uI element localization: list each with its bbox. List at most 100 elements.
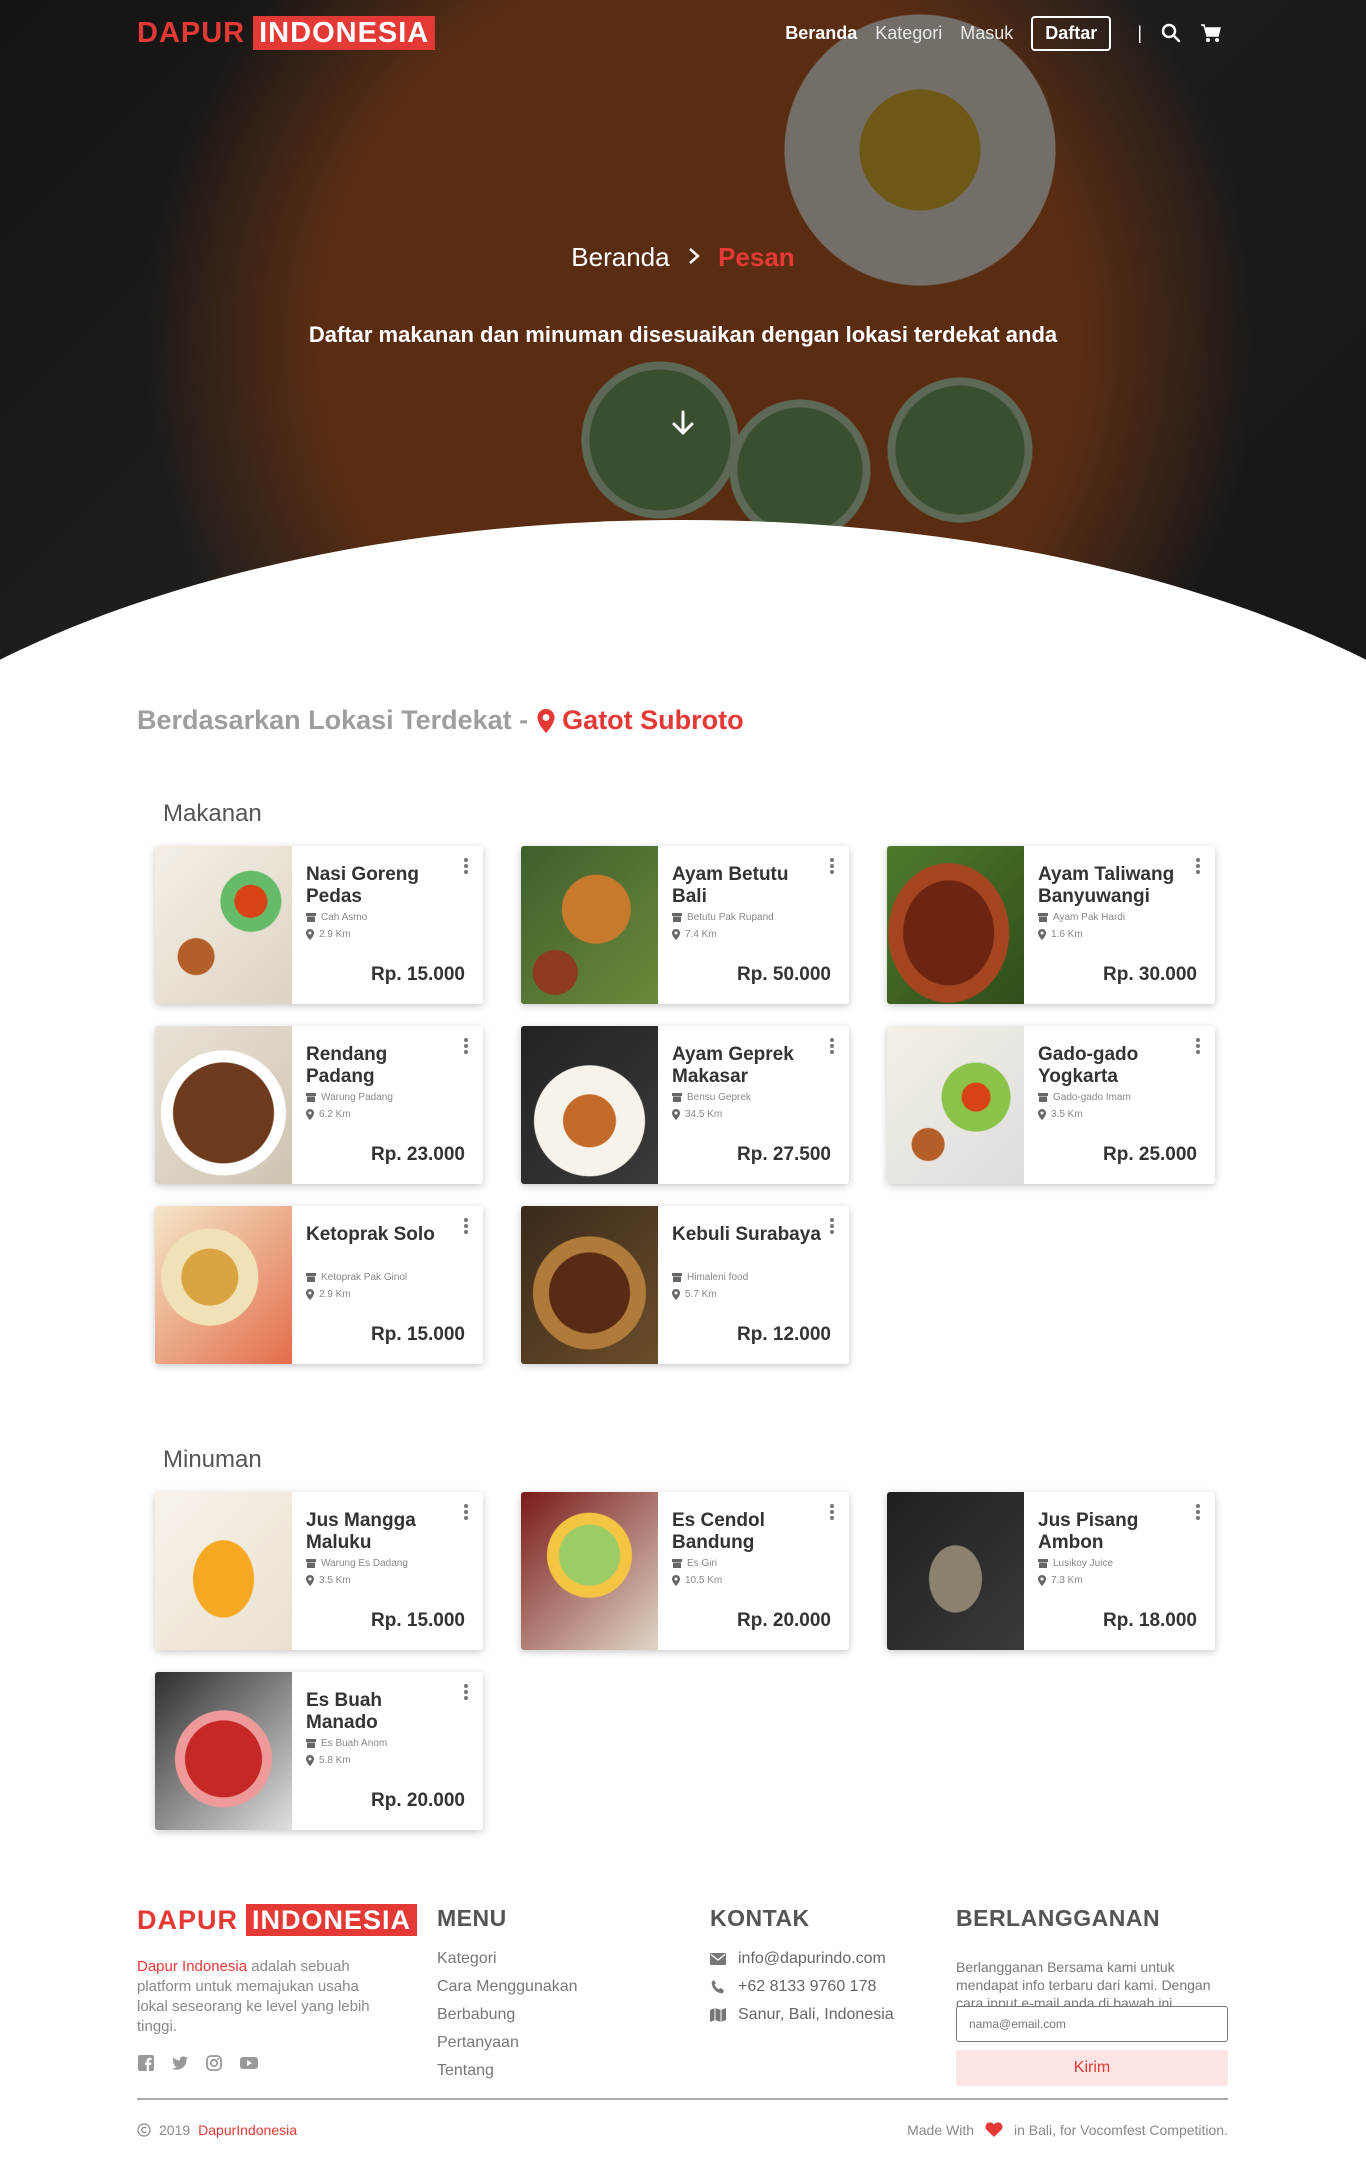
- food-card[interactable]: Ayam Taliwang Banyuwangi Ayam Pak Hardi 1.…: [887, 846, 1215, 1004]
- food-card[interactable]: Kebuli Surabaya Himaleni food 5.7 Km Rp. 12…: [521, 1206, 849, 1364]
- food-name[interactable]: Ayam Geprek Makasar: [672, 1044, 822, 1088]
- food-image[interactable]: [887, 846, 1024, 1004]
- food-name[interactable]: Ketoprak Solo: [306, 1224, 456, 1246]
- food-card[interactable]: Ayam Geprek Makasar Bensu Geprek 34.5 Km Rp…: [521, 1026, 849, 1184]
- drink-name[interactable]: Jus Pisang Ambon: [1038, 1510, 1188, 1554]
- made-suffix: in Bali, for Vocomfest Competition.: [1014, 2122, 1228, 2138]
- register-button[interactable]: Daftar: [1031, 15, 1112, 51]
- drink-card[interactable]: Es Cendol Bandung Es Giri 10.5 Km Rp. 20.00…: [521, 1492, 849, 1650]
- drink-name[interactable]: Es Buah Manado: [306, 1690, 456, 1734]
- more-vert-icon[interactable]: [463, 858, 469, 876]
- drink-card[interactable]: Es Buah Manado Es Buah Anom 5.8 Km Rp. 20.0…: [155, 1672, 483, 1830]
- food-image[interactable]: [521, 846, 658, 1004]
- more-vert-icon[interactable]: [829, 1218, 835, 1236]
- hero-subtitle: Daftar makanan dan minuman disesuaikan d…: [308, 322, 1058, 347]
- food-distance: 1.6 Km: [1038, 929, 1083, 940]
- food-image[interactable]: [155, 1026, 292, 1184]
- drink-image[interactable]: [155, 1492, 292, 1650]
- food-shop: Warung Padang: [306, 1092, 393, 1103]
- youtube-icon[interactable]: [239, 2054, 258, 2072]
- store-icon: [672, 1559, 682, 1568]
- search-icon[interactable]: [1160, 22, 1182, 44]
- food-distance-value: 34.5 Km: [685, 1109, 723, 1120]
- more-vert-icon[interactable]: [829, 1038, 835, 1056]
- food-name[interactable]: Rendang Padang: [306, 1044, 456, 1088]
- food-image[interactable]: [521, 1206, 658, 1364]
- food-card[interactable]: Rendang Padang Warung Padang 6.2 Km Rp. 23.…: [155, 1026, 483, 1184]
- drink-card[interactable]: Jus Pisang Ambon Lusikoy Juice 7.3 Km Rp. 1…: [887, 1492, 1215, 1650]
- arrow-down-icon[interactable]: [668, 408, 698, 438]
- drink-name[interactable]: Es Cendol Bandung: [672, 1510, 822, 1554]
- breadcrumb-home[interactable]: Beranda: [571, 242, 669, 272]
- drink-distance-value: 5.8 Km: [319, 1755, 351, 1766]
- drink-image[interactable]: [155, 1672, 292, 1830]
- footer-link-cara-menggunakan[interactable]: Cara Menggunakan: [437, 1973, 578, 2001]
- food-card[interactable]: Ketoprak Solo Ketoprak Pak Ginol 2.9 Km Rp.…: [155, 1206, 483, 1364]
- drink-name[interactable]: Jus Mangga Maluku: [306, 1510, 456, 1554]
- footer-desc-brand[interactable]: Dapur Indonesia: [137, 1958, 247, 1975]
- food-distance: 34.5 Km: [672, 1109, 722, 1120]
- food-image[interactable]: [155, 846, 292, 1004]
- logo-word-indonesia: INDONESIA: [253, 16, 436, 50]
- more-vert-icon[interactable]: [1195, 858, 1201, 876]
- map-pin-icon: [1038, 1575, 1046, 1586]
- store-icon: [1038, 913, 1048, 922]
- more-vert-icon[interactable]: [829, 858, 835, 876]
- food-image[interactable]: [887, 1026, 1024, 1184]
- copyright: 2019 DapurIndonesia: [137, 2122, 297, 2138]
- contact-phone[interactable]: +62 8133 9760 178: [710, 1973, 894, 2001]
- drink-distance: 5.8 Km: [306, 1755, 351, 1766]
- food-name[interactable]: Ayam Betutu Bali: [672, 864, 822, 908]
- footer-link-tentang[interactable]: Tentang: [437, 2057, 578, 2085]
- drink-image[interactable]: [887, 1492, 1024, 1650]
- nav-links: Beranda Kategori Masuk Daftar |: [785, 15, 1222, 51]
- copyright-brand[interactable]: DapurIndonesia: [198, 2122, 297, 2138]
- cart-icon[interactable]: [1200, 22, 1222, 44]
- food-name[interactable]: Nasi Goreng Pedas: [306, 864, 456, 908]
- drink-shop: Es Buah Anom: [306, 1738, 387, 1749]
- brand-logo[interactable]: DAPUR INDONESIA: [137, 16, 436, 50]
- more-vert-icon[interactable]: [1195, 1038, 1201, 1056]
- more-vert-icon[interactable]: [463, 1684, 469, 1702]
- instagram-icon[interactable]: [205, 2054, 223, 2072]
- footer-link-bergabung[interactable]: Berbabung: [437, 2001, 578, 2029]
- twitter-icon[interactable]: [171, 2054, 189, 2072]
- subscribe-email-input[interactable]: [956, 2006, 1228, 2042]
- social-links: [137, 2054, 258, 2072]
- food-name[interactable]: Gado-gado Yogkarta: [1038, 1044, 1188, 1088]
- food-distance-value: 1.6 Km: [1051, 929, 1083, 940]
- footer-logo[interactable]: DAPUR INDONESIA: [137, 1904, 418, 1936]
- more-vert-icon[interactable]: [829, 1504, 835, 1522]
- footer-link-pertanyaan[interactable]: Pertanyaan: [437, 2029, 578, 2057]
- food-image[interactable]: [155, 1206, 292, 1364]
- food-image[interactable]: [521, 1026, 658, 1184]
- map-pin-icon: [306, 1755, 314, 1766]
- food-card[interactable]: Nasi Goreng Pedas Cah Asmo 2.9 Km Rp. 15.00…: [155, 846, 483, 1004]
- nav-beranda[interactable]: Beranda: [785, 23, 857, 44]
- location-place[interactable]: Gatot Subroto: [536, 705, 744, 736]
- more-vert-icon[interactable]: [463, 1218, 469, 1236]
- food-shop: Ketoprak Pak Ginol: [306, 1272, 407, 1283]
- more-vert-icon[interactable]: [463, 1038, 469, 1056]
- nav-masuk[interactable]: Masuk: [960, 23, 1013, 44]
- nav-kategori[interactable]: Kategori: [875, 23, 942, 44]
- food-price: Rp. 15.000: [371, 964, 465, 985]
- facebook-icon[interactable]: [137, 2054, 155, 2072]
- contact-email[interactable]: info@dapurindo.com: [710, 1945, 894, 1973]
- food-name[interactable]: Ayam Taliwang Banyuwangi: [1038, 864, 1188, 908]
- food-card[interactable]: Ayam Betutu Bali Betutu Pak Rupand 7.4 Km R…: [521, 846, 849, 1004]
- food-distance: 3.5 Km: [1038, 1109, 1083, 1120]
- location-label: Berdasarkan Lokasi Terdekat -: [137, 705, 529, 735]
- footer-link-kategori[interactable]: Kategori: [437, 1945, 578, 1973]
- location-place-name: Gatot Subroto: [562, 705, 744, 735]
- subscribe-button[interactable]: Kirim: [956, 2050, 1228, 2086]
- more-vert-icon[interactable]: [1195, 1504, 1201, 1522]
- food-distance-value: 7.4 Km: [685, 929, 717, 940]
- contact-address[interactable]: Sanur, Bali, Indonesia: [710, 2001, 894, 2029]
- drink-image[interactable]: [521, 1492, 658, 1650]
- food-card[interactable]: Gado-gado Yogkarta Gado-gado Imam 3.5 Km Rp…: [887, 1026, 1215, 1184]
- map-pin-icon: [306, 1109, 314, 1120]
- food-name[interactable]: Kebuli Surabaya: [672, 1224, 822, 1246]
- more-vert-icon[interactable]: [463, 1504, 469, 1522]
- drink-card[interactable]: Jus Mangga Maluku Warung Es Dadang 3.5 Km R…: [155, 1492, 483, 1650]
